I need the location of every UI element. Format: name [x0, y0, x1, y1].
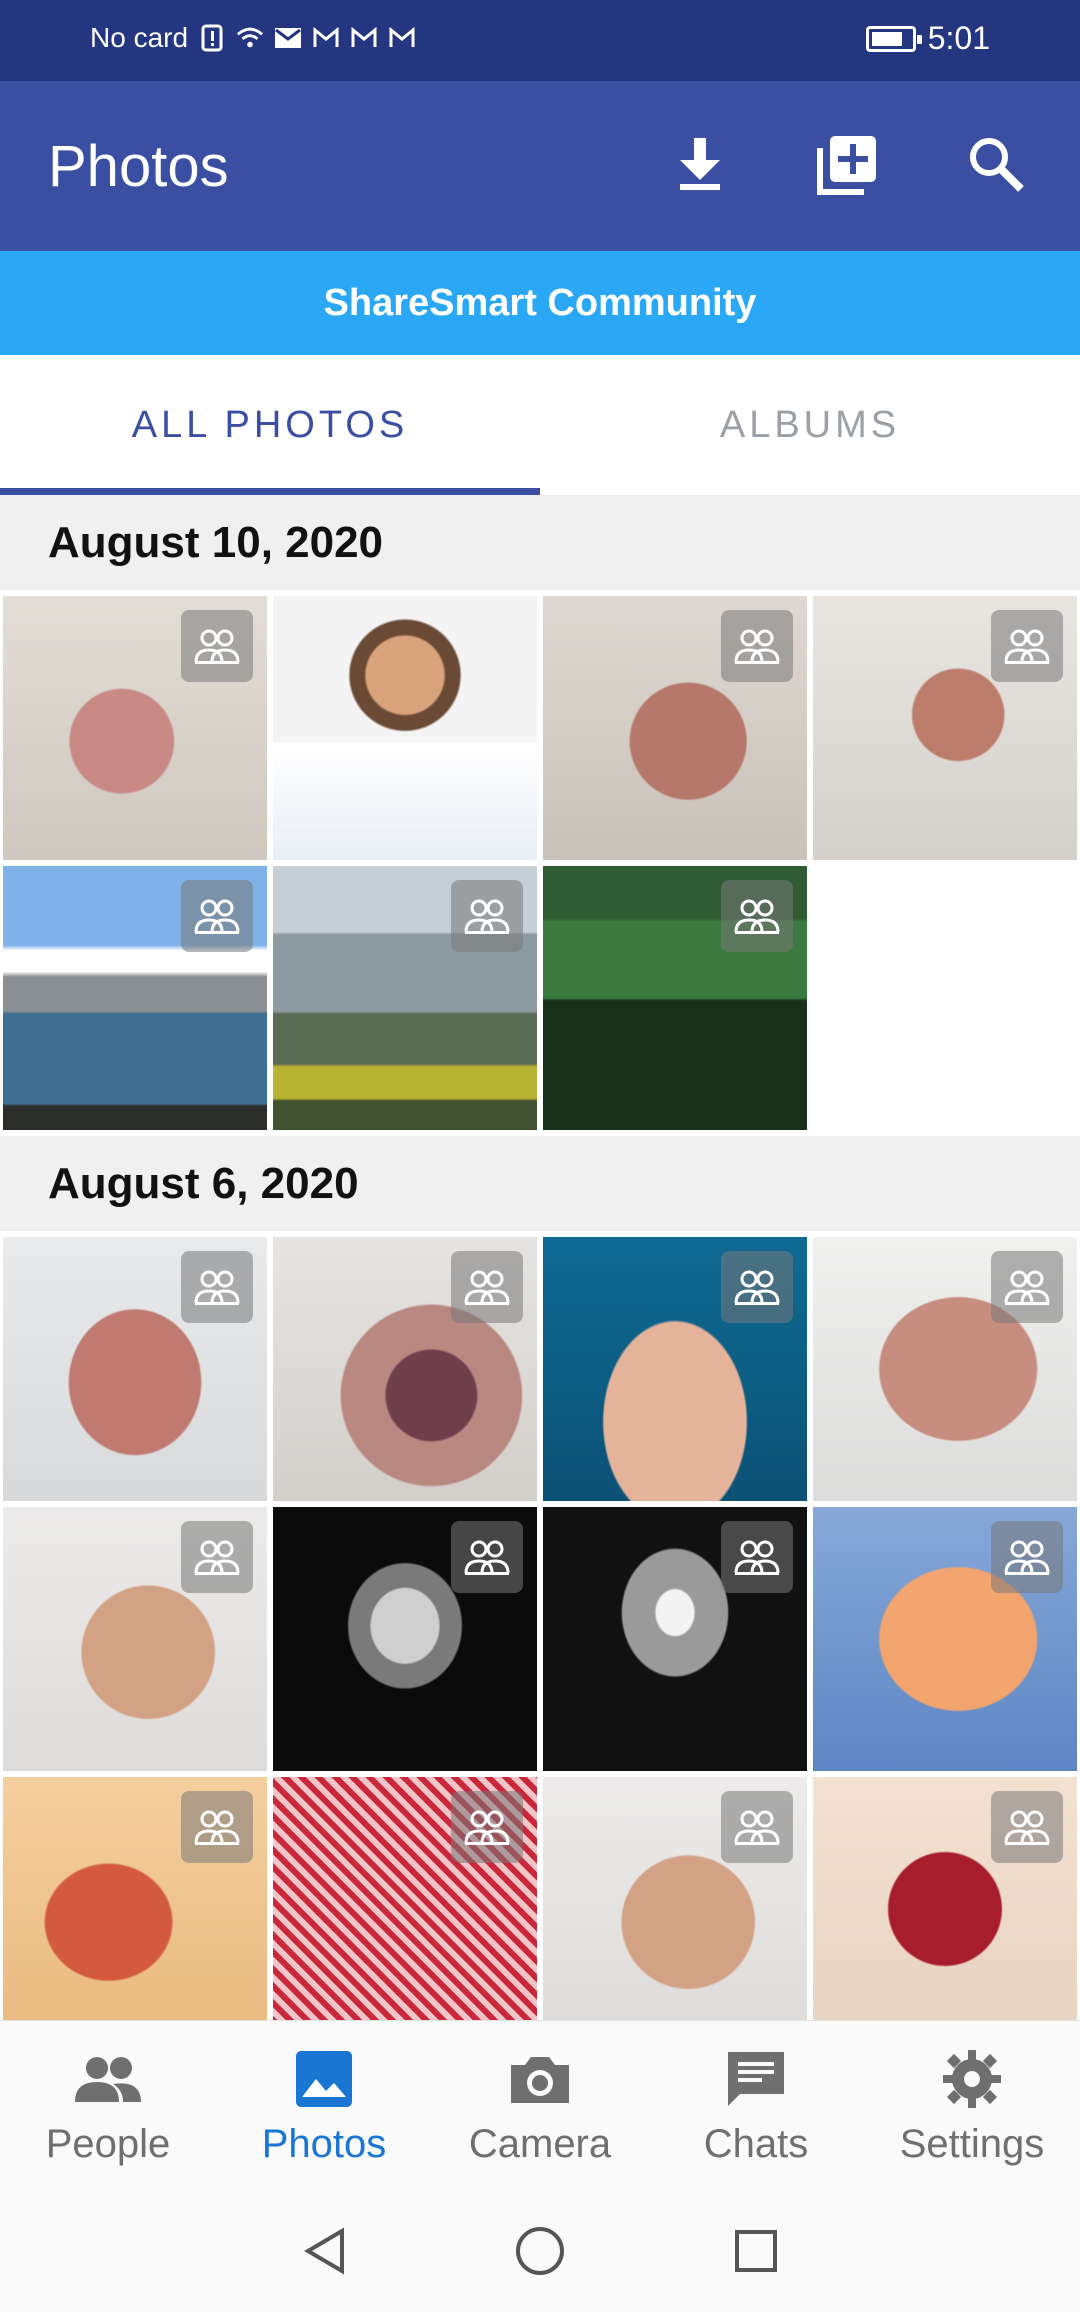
photo-thumbnail[interactable] — [813, 596, 1077, 860]
nav-label: People — [45, 2122, 171, 2166]
photo-thumbnail[interactable] — [273, 1507, 537, 1771]
photo-thumbnail[interactable] — [273, 1237, 537, 1501]
add-photo-button[interactable] — [804, 126, 892, 206]
shared-group-icon — [181, 1521, 253, 1593]
people-icon — [73, 2044, 143, 2114]
nav-label: Chats — [703, 2122, 809, 2166]
shared-group-icon — [991, 1251, 1063, 1323]
app-bar-actions — [656, 126, 1040, 206]
photo-list[interactable]: August 10, 2020 August 6, 2020 — [0, 495, 1080, 2020]
mail-icon — [274, 24, 302, 52]
photo-thumbnail[interactable] — [273, 1777, 537, 2020]
photo-thumbnail[interactable] — [813, 1507, 1077, 1771]
photo-thumbnail[interactable] — [3, 1507, 267, 1771]
nav-people[interactable]: People — [0, 2021, 216, 2190]
photo-thumbnail[interactable] — [813, 1777, 1077, 2020]
photo-thumbnail[interactable] — [3, 1777, 267, 2020]
shared-group-icon — [181, 880, 253, 952]
search-button[interactable] — [952, 126, 1040, 206]
search-icon — [967, 135, 1025, 198]
photo-thumbnail[interactable] — [543, 866, 807, 1130]
photo-thumbnail[interactable] — [273, 596, 537, 860]
home-button[interactable] — [512, 2223, 568, 2279]
home-circle-icon — [516, 2227, 564, 2275]
sim-alert-icon — [198, 24, 226, 52]
shared-group-icon — [991, 1791, 1063, 1863]
tab-all-photos[interactable]: ALL PHOTOS — [0, 355, 540, 495]
recents-square-icon — [735, 2230, 777, 2272]
community-banner[interactable]: ShareSmart Community — [0, 251, 1080, 355]
wifi-icon — [236, 24, 264, 52]
shared-group-icon — [721, 1791, 793, 1863]
status-left: No card — [90, 22, 416, 54]
photo-thumbnail[interactable] — [3, 866, 267, 1130]
shared-group-icon — [451, 880, 523, 952]
shared-group-icon — [721, 1521, 793, 1593]
camera-icon — [505, 2044, 575, 2114]
shared-group-icon — [451, 1251, 523, 1323]
photo-grid — [0, 1231, 1080, 2020]
battery-icon — [865, 25, 922, 52]
shared-group-icon — [721, 1251, 793, 1323]
status-right: 5:01 — [865, 20, 990, 57]
photo-thumbnail[interactable] — [813, 1237, 1077, 1501]
section-date-header: August 10, 2020 — [0, 495, 1080, 590]
shared-group-icon — [181, 1791, 253, 1863]
shared-group-icon — [991, 610, 1063, 682]
tab-bar: ALL PHOTOS ALBUMS — [0, 355, 1080, 495]
add-box-icon — [816, 132, 880, 201]
photo-grid — [0, 590, 1080, 1136]
shared-group-icon — [181, 610, 253, 682]
system-navigation-bar — [0, 2190, 1080, 2312]
photo-thumbnail[interactable] — [543, 1237, 807, 1501]
shared-group-icon — [451, 1791, 523, 1863]
carrier-text: No card — [90, 22, 189, 53]
nav-label: Photos — [261, 2122, 387, 2166]
shared-group-icon — [721, 880, 793, 952]
bottom-navigation: People Photos Camera Chats Settings — [0, 2020, 1080, 2190]
nav-label: Settings — [899, 2122, 1045, 2166]
nav-camera[interactable]: Camera — [432, 2021, 648, 2190]
download-icon — [674, 136, 726, 197]
photo-thumbnail[interactable] — [543, 1507, 807, 1771]
photo-thumbnail[interactable] — [273, 866, 537, 1130]
status-time: 5:01 — [927, 20, 990, 56]
nav-label: Camera — [468, 2122, 612, 2166]
app-bar: Photos — [0, 81, 1080, 251]
photo-thumbnail[interactable] — [543, 1777, 807, 2020]
back-triangle-icon — [304, 2227, 344, 2275]
back-button[interactable] — [296, 2223, 352, 2279]
photo-thumbnail[interactable] — [3, 1237, 267, 1501]
photo-thumbnail[interactable] — [543, 596, 807, 860]
shared-group-icon — [181, 1251, 253, 1323]
status-bar: No card 5:01 — [0, 0, 1080, 81]
gmail-icon — [388, 24, 416, 52]
page-title: Photos — [48, 134, 229, 199]
nav-settings[interactable]: Settings — [864, 2021, 1080, 2190]
shared-group-icon — [721, 610, 793, 682]
gmail-icon — [350, 24, 378, 52]
photo-thumbnail[interactable] — [3, 596, 267, 860]
nav-chats[interactable]: Chats — [648, 2021, 864, 2190]
download-button[interactable] — [656, 126, 744, 206]
chat-icon — [721, 2044, 791, 2114]
shared-group-icon — [991, 1521, 1063, 1593]
nav-photos[interactable]: Photos — [216, 2021, 432, 2190]
photo-icon — [289, 2044, 359, 2114]
gear-icon — [937, 2044, 1007, 2114]
gmail-icon — [312, 24, 340, 52]
section-date-header: August 6, 2020 — [0, 1136, 1080, 1231]
tab-albums[interactable]: ALBUMS — [540, 355, 1080, 495]
shared-group-icon — [451, 1521, 523, 1593]
recents-button[interactable] — [728, 2223, 784, 2279]
